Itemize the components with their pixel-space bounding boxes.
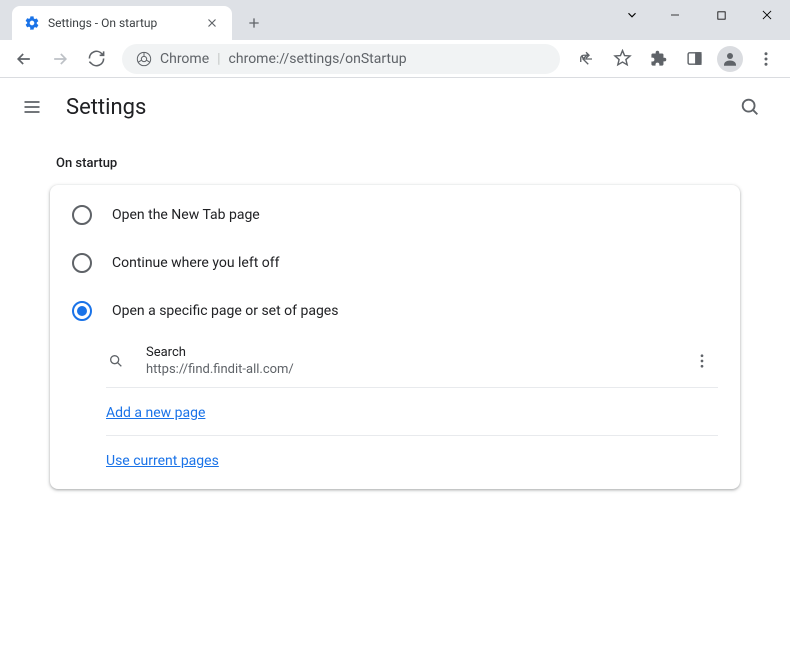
scheme-label: Chrome	[160, 51, 209, 67]
omnibox-separator: |	[217, 51, 220, 67]
browser-tab[interactable]: Settings - On startup	[12, 6, 232, 40]
reload-button[interactable]	[80, 43, 112, 75]
settings-content: On startup Open the New Tab page Continu…	[0, 136, 790, 509]
startup-page-name: Search	[146, 345, 686, 360]
bookmark-button[interactable]	[606, 43, 638, 75]
close-tab-icon[interactable]	[204, 15, 220, 31]
back-button[interactable]	[8, 43, 40, 75]
window-close-button[interactable]	[744, 0, 790, 30]
new-tab-button[interactable]	[240, 9, 268, 37]
add-page-row: Add a new page	[106, 388, 718, 436]
sidepanel-button[interactable]	[678, 43, 710, 75]
address-bar[interactable]: Chrome | chrome://settings/onStartup	[122, 44, 560, 74]
forward-button[interactable]	[44, 43, 76, 75]
use-current-row: Use current pages	[106, 436, 718, 483]
startup-card: Open the New Tab page Continue where you…	[50, 185, 740, 489]
menu-button[interactable]	[750, 43, 782, 75]
radio-icon	[72, 253, 92, 273]
search-icon	[106, 351, 126, 371]
window-titlebar: Settings - On startup	[0, 0, 790, 40]
option-new-tab[interactable]: Open the New Tab page	[50, 191, 740, 239]
extensions-button[interactable]	[642, 43, 674, 75]
option-continue[interactable]: Continue where you left off	[50, 239, 740, 287]
option-label: Open a specific page or set of pages	[112, 303, 338, 319]
tab-title: Settings - On startup	[48, 16, 157, 30]
add-page-link[interactable]: Add a new page	[106, 405, 205, 421]
option-specific-pages[interactable]: Open a specific page or set of pages	[50, 287, 740, 335]
radio-icon	[72, 301, 92, 321]
window-minimize-button[interactable]	[652, 0, 698, 30]
startup-page-row: Search https://find.findit-all.com/	[106, 335, 718, 388]
radio-icon	[72, 205, 92, 225]
use-current-link[interactable]: Use current pages	[106, 453, 219, 469]
page-more-button[interactable]	[686, 345, 718, 377]
section-heading: On startup	[56, 156, 740, 171]
profile-button[interactable]	[714, 43, 746, 75]
share-button[interactable]	[570, 43, 602, 75]
settings-header: Settings	[0, 78, 790, 136]
page-title: Settings	[66, 95, 708, 120]
startup-page-url: https://find.findit-all.com/	[146, 362, 686, 377]
window-caret-button[interactable]	[612, 0, 652, 30]
url-text: chrome://settings/onStartup	[229, 51, 407, 67]
window-controls	[612, 0, 790, 30]
chrome-scheme-icon: Chrome	[136, 51, 209, 67]
option-label: Open the New Tab page	[112, 207, 260, 223]
toolbar: Chrome | chrome://settings/onStartup	[0, 40, 790, 78]
hamburger-menu-button[interactable]	[20, 95, 44, 119]
gear-icon	[24, 15, 40, 31]
avatar-icon	[717, 46, 743, 72]
startup-page-info: Search https://find.findit-all.com/	[146, 345, 686, 377]
search-settings-button[interactable]	[730, 87, 770, 127]
startup-pages-detail: Search https://find.findit-all.com/ Add …	[106, 335, 740, 483]
window-maximize-button[interactable]	[698, 0, 744, 30]
option-label: Continue where you left off	[112, 255, 280, 271]
